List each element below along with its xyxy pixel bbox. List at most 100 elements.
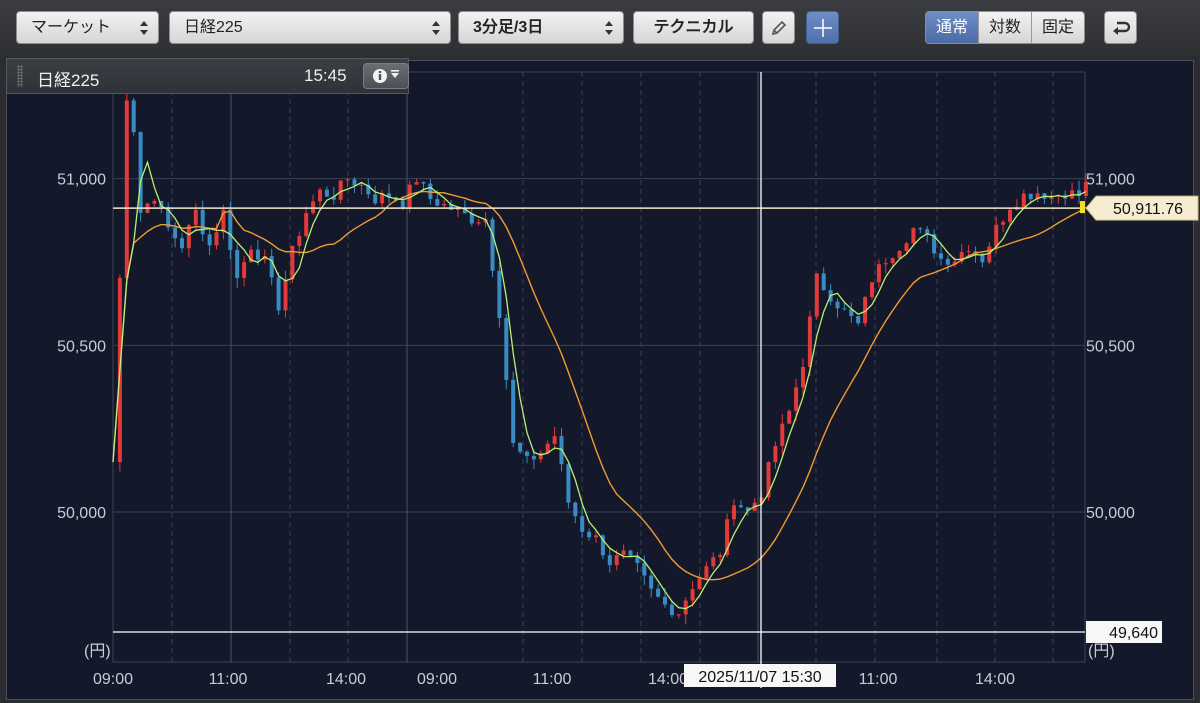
candle-body <box>780 423 785 446</box>
candle-body <box>669 604 674 616</box>
candle-body <box>304 213 309 237</box>
last-price-marker <box>1080 201 1085 214</box>
info-time: 15:45 <box>304 66 347 85</box>
candle-body <box>414 182 419 185</box>
candle-body <box>621 550 626 556</box>
info-panel: 日経225 15:45 <box>6 58 409 94</box>
candle-body <box>124 100 129 278</box>
candle-body <box>732 505 736 520</box>
candle-body <box>1021 193 1026 207</box>
candle-body <box>842 308 847 310</box>
candle-body <box>173 227 178 239</box>
crosshair-price-label: 49,640 <box>1109 625 1158 642</box>
y-tick-label-right: 50,000 <box>1086 505 1135 522</box>
candle-body <box>318 189 322 202</box>
candle-body <box>945 258 950 265</box>
candle-body <box>911 228 916 244</box>
y-tick-label-left: 51,000 <box>57 172 106 189</box>
info-symbol-name: 日経225 <box>37 71 100 90</box>
candle-body <box>794 387 799 411</box>
candle-body <box>235 249 240 278</box>
unit-label-right: (円) <box>1088 643 1115 660</box>
candle-body <box>255 249 260 260</box>
candle-body <box>1001 221 1006 225</box>
candle-body <box>421 182 426 184</box>
candle-body <box>821 273 826 291</box>
candle-body <box>897 250 902 259</box>
candle-body <box>918 228 923 230</box>
candle-body <box>283 279 288 311</box>
candle-body <box>649 575 654 589</box>
candle-body <box>566 464 571 503</box>
candle-body <box>242 262 247 278</box>
unit-label-left: (円) <box>84 643 111 660</box>
candle-body <box>180 238 184 249</box>
candle-body <box>497 270 502 319</box>
candle-body <box>435 199 440 206</box>
candle-body <box>883 263 888 265</box>
info-icon <box>373 69 399 83</box>
candle-body <box>552 436 557 444</box>
candle-body <box>939 253 943 259</box>
candle-body <box>131 100 136 133</box>
x-tick-label: 11:00 <box>859 671 898 688</box>
candle-body <box>628 550 633 556</box>
candle-body <box>297 236 302 246</box>
candle-body <box>587 531 592 538</box>
info-menu-button[interactable] <box>363 63 409 89</box>
moving-average-long-line <box>112 190 1087 581</box>
candle-body <box>511 379 516 443</box>
last-price-label: 50,911.76 <box>1113 201 1183 218</box>
candle-body <box>138 132 143 213</box>
candle-body <box>676 614 681 616</box>
candle-body <box>814 273 819 317</box>
candle-body <box>697 578 702 590</box>
candle-body <box>876 264 881 283</box>
candle-body <box>773 445 778 463</box>
candle-body <box>904 243 909 251</box>
moving-average-short-line <box>112 160 1087 610</box>
candle-body <box>1028 193 1033 200</box>
x-tick-label: 09:00 <box>417 671 457 688</box>
candle-body <box>656 588 661 597</box>
candle-body <box>966 251 971 253</box>
y-tick-label-left: 50,500 <box>57 338 106 355</box>
candle-body <box>276 277 281 311</box>
candle-body <box>856 316 861 324</box>
candle-body <box>994 224 999 247</box>
candle-body <box>870 282 874 298</box>
candle-body <box>801 366 805 388</box>
drag-grip-icon[interactable] <box>17 65 23 87</box>
candle-body <box>807 316 812 367</box>
candle-body <box>442 203 447 206</box>
candle-body <box>373 194 378 204</box>
x-tick-label: 14:00 <box>975 671 1015 688</box>
candle-body <box>642 562 647 576</box>
candle-body <box>193 209 198 225</box>
candle-body <box>738 505 743 508</box>
candle-body <box>359 184 364 186</box>
candle-body <box>490 219 495 271</box>
x-tick-label: 14:00 <box>648 671 688 688</box>
y-tick-label-right: 50,500 <box>1086 338 1135 355</box>
candle-body <box>690 589 695 601</box>
price-chart[interactable]: 50,000 50,000 50,500 50,500 51,000 51,000 50,9… <box>0 0 1200 703</box>
candle-body <box>531 455 536 460</box>
candle-body <box>718 555 723 558</box>
candle-body <box>324 189 329 197</box>
plot-border <box>112 71 1086 663</box>
candle-body <box>573 502 578 517</box>
candle-body <box>214 232 219 246</box>
candle-body <box>228 209 233 250</box>
y-tick-label-right: 51,000 <box>1086 172 1135 189</box>
candle-body <box>352 179 357 186</box>
candle-body <box>200 209 205 235</box>
candle-body <box>835 301 840 309</box>
candle-body <box>152 200 157 204</box>
candle-body <box>890 258 895 264</box>
candle-body <box>1083 182 1088 196</box>
candle-body <box>580 516 585 532</box>
candle-body <box>345 179 350 181</box>
candle-body <box>704 566 709 579</box>
candle-body <box>614 555 619 566</box>
